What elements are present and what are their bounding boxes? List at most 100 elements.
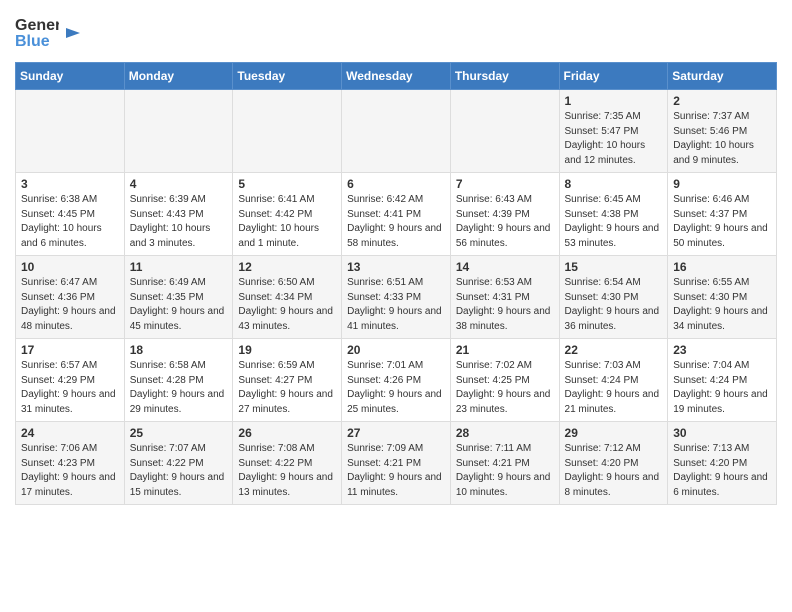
calendar-week-row: 17 Sunrise: 6:57 AMSunset: 4:29 PMDayligh… — [16, 339, 777, 422]
calendar-day-cell: 21 Sunrise: 7:02 AMSunset: 4:25 PMDayligh… — [450, 339, 559, 422]
day-info: Sunrise: 6:59 AMSunset: 4:27 PMDaylight:… — [238, 359, 336, 417]
calendar-day-cell: 3 Sunrise: 6:38 AMSunset: 4:45 PMDaylight… — [16, 173, 125, 256]
day-info: Sunrise: 7:13 AMSunset: 4:20 PMDaylight:… — [673, 442, 771, 500]
calendar-day-cell: 2 Sunrise: 7:37 AMSunset: 5:46 PMDaylight… — [668, 90, 777, 173]
day-number: 4 — [130, 177, 228, 191]
day-number: 3 — [21, 177, 119, 191]
calendar-day-cell: 27Sunrise: 7:09 AMSunset: 4:21 PMDayligh… — [342, 422, 451, 505]
day-info: Sunrise: 6:46 AMSunset: 4:37 PMDaylight:… — [673, 193, 771, 251]
day-number: 12 — [238, 260, 336, 274]
calendar-empty-cell — [450, 90, 559, 173]
day-number: 10 — [21, 260, 119, 274]
calendar-day-cell: 22 Sunrise: 7:03 AMSunset: 4:24 PMDayligh… — [559, 339, 668, 422]
day-info: Sunrise: 6:45 AMSunset: 4:38 PMDaylight:… — [565, 193, 663, 251]
day-number: 13 — [347, 260, 445, 274]
calendar-day-cell: 1 Sunrise: 7:35 AMSunset: 5:47 PMDaylight… — [559, 90, 668, 173]
day-number: 26 — [238, 426, 336, 440]
day-number: 2 — [673, 94, 771, 108]
day-number: 7 — [456, 177, 554, 191]
calendar-day-cell: 10 Sunrise: 6:47 AMSunset: 4:36 PMDayligh… — [16, 256, 125, 339]
calendar-day-cell: 25 Sunrise: 7:07 AMSunset: 4:22 PMDayligh… — [124, 422, 233, 505]
day-number: 9 — [673, 177, 771, 191]
day-number: 25 — [130, 426, 228, 440]
day-number: 8 — [565, 177, 663, 191]
calendar-day-cell: 29Sunrise: 7:12 AMSunset: 4:20 PMDayligh… — [559, 422, 668, 505]
day-info: Sunrise: 6:49 AMSunset: 4:35 PMDaylight:… — [130, 276, 228, 334]
logo-icon: General Blue — [15, 10, 59, 54]
calendar-header-row: SundayMondayTuesdayWednesdayThursdayFrid… — [16, 63, 777, 90]
svg-text:Blue: Blue — [15, 33, 50, 50]
calendar-day-cell: 30 Sunrise: 7:13 AMSunset: 4:20 PMDayligh… — [668, 422, 777, 505]
day-number: 5 — [238, 177, 336, 191]
day-info: Sunrise: 6:58 AMSunset: 4:28 PMDaylight:… — [130, 359, 228, 417]
day-number: 21 — [456, 343, 554, 357]
calendar-day-cell: 17 Sunrise: 6:57 AMSunset: 4:29 PMDayligh… — [16, 339, 125, 422]
day-info: Sunrise: 6:42 AMSunset: 4:41 PMDaylight:… — [347, 193, 445, 251]
day-number: 14 — [456, 260, 554, 274]
day-info: Sunrise: 7:06 AMSunset: 4:23 PMDaylight:… — [21, 442, 119, 500]
calendar-day-cell: 4 Sunrise: 6:39 AMSunset: 4:43 PMDaylight… — [124, 173, 233, 256]
page-header: General Blue — [15, 10, 777, 54]
calendar-week-row: 10 Sunrise: 6:47 AMSunset: 4:36 PMDayligh… — [16, 256, 777, 339]
day-info: Sunrise: 7:03 AMSunset: 4:24 PMDaylight:… — [565, 359, 663, 417]
day-info: Sunrise: 7:11 AMSunset: 4:21 PMDaylight:… — [456, 442, 554, 500]
day-info: Sunrise: 7:09 AMSunset: 4:21 PMDaylight:… — [347, 442, 445, 500]
calendar-day-cell: 20 Sunrise: 7:01 AMSunset: 4:26 PMDayligh… — [342, 339, 451, 422]
day-info: Sunrise: 6:47 AMSunset: 4:36 PMDaylight:… — [21, 276, 119, 334]
day-number: 20 — [347, 343, 445, 357]
calendar-day-cell: 5 Sunrise: 6:41 AMSunset: 4:42 PMDaylight… — [233, 173, 342, 256]
day-number: 6 — [347, 177, 445, 191]
calendar-day-cell: 18 Sunrise: 6:58 AMSunset: 4:28 PMDayligh… — [124, 339, 233, 422]
day-info: Sunrise: 7:08 AMSunset: 4:22 PMDaylight:… — [238, 442, 336, 500]
day-number: 16 — [673, 260, 771, 274]
page-container: General Blue Su — [0, 0, 792, 515]
day-info: Sunrise: 7:01 AMSunset: 4:26 PMDaylight:… — [347, 359, 445, 417]
day-info: Sunrise: 6:51 AMSunset: 4:33 PMDaylight:… — [347, 276, 445, 334]
day-info: Sunrise: 7:35 AMSunset: 5:47 PMDaylight:… — [565, 110, 663, 168]
calendar-day-cell: 12 Sunrise: 6:50 AMSunset: 4:34 PMDayligh… — [233, 256, 342, 339]
day-number: 23 — [673, 343, 771, 357]
day-info: Sunrise: 7:04 AMSunset: 4:24 PMDaylight:… — [673, 359, 771, 417]
calendar-day-cell: 24 Sunrise: 7:06 AMSunset: 4:23 PMDayligh… — [16, 422, 125, 505]
day-info: Sunrise: 6:55 AMSunset: 4:30 PMDaylight:… — [673, 276, 771, 334]
day-info: Sunrise: 6:41 AMSunset: 4:42 PMDaylight:… — [238, 193, 336, 251]
day-number: 22 — [565, 343, 663, 357]
day-number: 29 — [565, 426, 663, 440]
calendar-day-cell: 8 Sunrise: 6:45 AMSunset: 4:38 PMDaylight… — [559, 173, 668, 256]
day-info: Sunrise: 6:38 AMSunset: 4:45 PMDaylight:… — [21, 193, 119, 251]
calendar-day-cell: 6 Sunrise: 6:42 AMSunset: 4:41 PMDaylight… — [342, 173, 451, 256]
day-number: 28 — [456, 426, 554, 440]
day-info: Sunrise: 7:02 AMSunset: 4:25 PMDaylight:… — [456, 359, 554, 417]
day-number: 17 — [21, 343, 119, 357]
day-info: Sunrise: 6:39 AMSunset: 4:43 PMDaylight:… — [130, 193, 228, 251]
logo: General Blue — [15, 10, 82, 54]
day-info: Sunrise: 7:07 AMSunset: 4:22 PMDaylight:… — [130, 442, 228, 500]
calendar-day-cell: 26 Sunrise: 7:08 AMSunset: 4:22 PMDayligh… — [233, 422, 342, 505]
logo-arrow-icon — [64, 24, 82, 42]
day-number: 19 — [238, 343, 336, 357]
day-info: Sunrise: 6:53 AMSunset: 4:31 PMDaylight:… — [456, 276, 554, 334]
calendar-day-cell: 23 Sunrise: 7:04 AMSunset: 4:24 PMDayligh… — [668, 339, 777, 422]
day-number: 15 — [565, 260, 663, 274]
weekday-header-saturday: Saturday — [668, 63, 777, 90]
svg-text:General: General — [15, 17, 59, 34]
day-number: 24 — [21, 426, 119, 440]
day-info: Sunrise: 6:57 AMSunset: 4:29 PMDaylight:… — [21, 359, 119, 417]
calendar-week-row: 24 Sunrise: 7:06 AMSunset: 4:23 PMDayligh… — [16, 422, 777, 505]
calendar-day-cell: 19 Sunrise: 6:59 AMSunset: 4:27 PMDayligh… — [233, 339, 342, 422]
calendar-empty-cell — [342, 90, 451, 173]
day-number: 30 — [673, 426, 771, 440]
calendar-day-cell: 9 Sunrise: 6:46 AMSunset: 4:37 PMDaylight… — [668, 173, 777, 256]
day-number: 1 — [565, 94, 663, 108]
weekday-header-tuesday: Tuesday — [233, 63, 342, 90]
calendar-empty-cell — [233, 90, 342, 173]
day-info: Sunrise: 6:43 AMSunset: 4:39 PMDaylight:… — [456, 193, 554, 251]
day-info: Sunrise: 6:50 AMSunset: 4:34 PMDaylight:… — [238, 276, 336, 334]
day-number: 18 — [130, 343, 228, 357]
calendar-empty-cell — [16, 90, 125, 173]
calendar-week-row: 3 Sunrise: 6:38 AMSunset: 4:45 PMDaylight… — [16, 173, 777, 256]
calendar-day-cell: 28 Sunrise: 7:11 AMSunset: 4:21 PMDayligh… — [450, 422, 559, 505]
calendar-empty-cell — [124, 90, 233, 173]
weekday-header-friday: Friday — [559, 63, 668, 90]
day-info: Sunrise: 7:37 AMSunset: 5:46 PMDaylight:… — [673, 110, 771, 168]
